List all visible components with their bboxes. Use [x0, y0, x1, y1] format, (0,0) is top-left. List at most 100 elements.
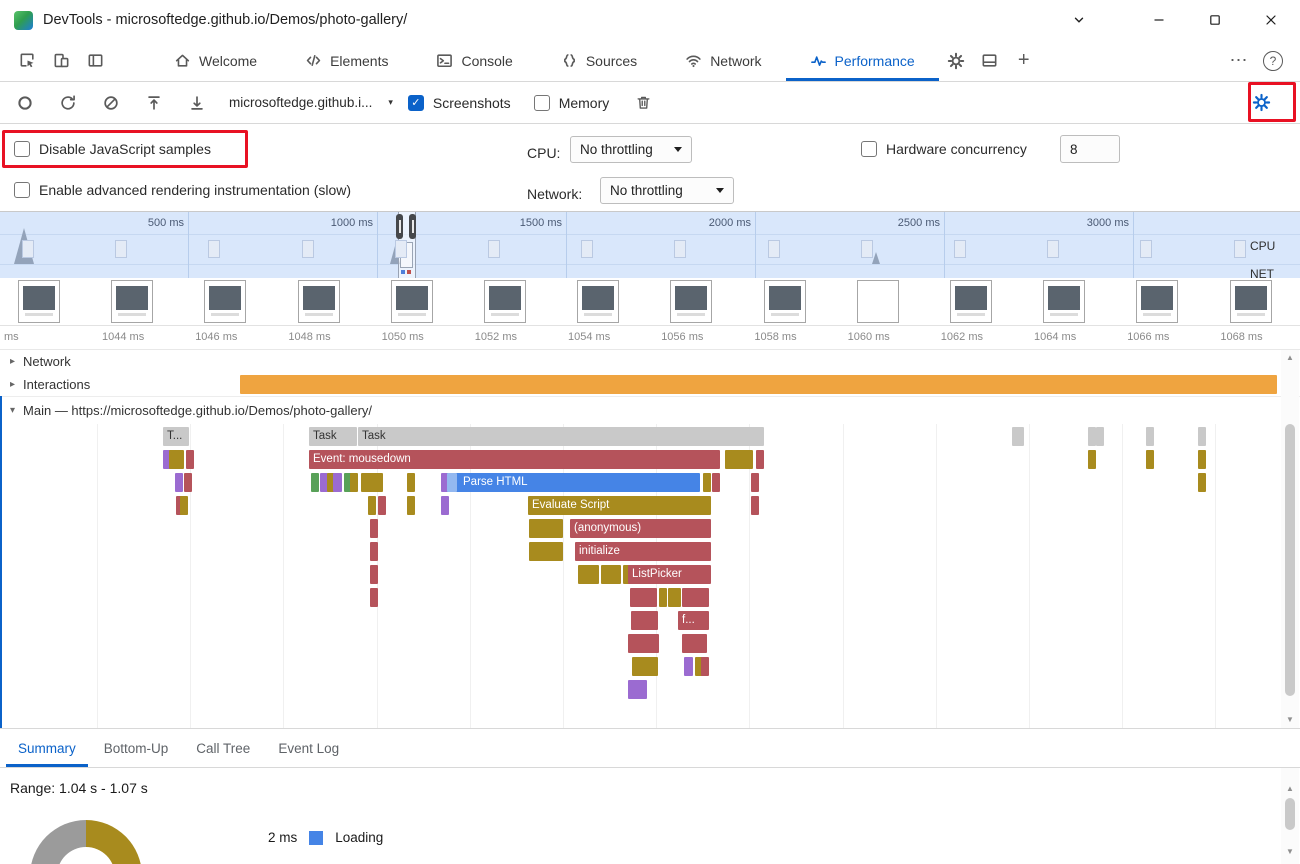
flame-bar[interactable]	[441, 496, 449, 515]
flame-bar[interactable]	[632, 657, 658, 676]
flame-bar[interactable]	[1146, 450, 1154, 469]
flame-bar[interactable]	[673, 588, 681, 607]
flame-bar[interactable]	[311, 473, 319, 492]
flame-bar[interactable]	[370, 588, 378, 607]
flame-bar[interactable]	[631, 611, 658, 630]
flame-bar[interactable]	[370, 542, 378, 561]
flame-bar[interactable]	[447, 473, 457, 492]
filmstrip-screenshot[interactable]	[298, 280, 340, 323]
filmstrip-screenshot[interactable]	[18, 280, 60, 323]
flame-bar[interactable]	[682, 588, 709, 607]
scroll-down-icon[interactable]: ▼	[1281, 715, 1299, 724]
flame-bar[interactable]	[682, 634, 707, 653]
filmstrip-screenshot[interactable]	[1136, 280, 1178, 323]
flame-bar[interactable]	[1096, 427, 1104, 446]
flame-bar[interactable]	[184, 473, 192, 492]
filmstrip-screenshot[interactable]	[204, 280, 246, 323]
selection-left-handle[interactable]	[396, 214, 403, 239]
tab-performance[interactable]: Performance	[786, 40, 939, 81]
bottom-tab-summary[interactable]: Summary	[6, 729, 88, 767]
bottom-tab-event-log[interactable]: Event Log	[266, 729, 351, 767]
close-button[interactable]	[1256, 5, 1286, 35]
flame-bar[interactable]	[1198, 473, 1206, 492]
filmstrip-screenshot[interactable]	[484, 280, 526, 323]
timeline-overview[interactable]: CPU NET 500 ms1000 ms1500 ms2000 ms2500 …	[0, 212, 1300, 278]
capture-settings-gear-icon[interactable]	[1244, 86, 1278, 120]
tab-elements[interactable]: Elements	[281, 40, 412, 81]
flame-bar-f[interactable]: f...	[678, 611, 709, 630]
scroll-up-icon[interactable]: ▲	[1281, 784, 1299, 793]
trash-icon[interactable]	[626, 86, 660, 120]
more-options-icon[interactable]: ⋯	[1222, 44, 1256, 78]
filmstrip-screenshot[interactable]	[764, 280, 806, 323]
flame-bar[interactable]	[368, 496, 376, 515]
summary-scrollbar[interactable]: ▲ ▼	[1281, 768, 1299, 864]
tab-console[interactable]: Console	[412, 40, 536, 81]
maximize-button[interactable]	[1200, 5, 1230, 35]
scrollbar-thumb[interactable]	[1285, 424, 1295, 696]
flame-bar[interactable]	[1198, 427, 1206, 446]
flame-bar-anonymous[interactable]: (anonymous)	[570, 519, 711, 538]
tab-network[interactable]: Network	[661, 40, 785, 81]
flame-bar[interactable]	[407, 473, 415, 492]
settings-gear-icon[interactable]	[939, 44, 973, 78]
clear-button[interactable]	[94, 86, 128, 120]
filmstrip-screenshot[interactable]	[857, 280, 899, 323]
flame-bar-parse-html[interactable]: Parse HTML	[447, 473, 700, 492]
filmstrip-screenshot[interactable]	[1230, 280, 1272, 323]
flame-bar[interactable]	[186, 450, 194, 469]
minimize-button[interactable]	[1144, 5, 1174, 35]
filmstrip-screenshot[interactable]	[1043, 280, 1085, 323]
scrollbar-thumb[interactable]	[1285, 798, 1295, 830]
flame-bar[interactable]	[628, 634, 659, 653]
main-track-header[interactable]: ▾ Main — https://microsoftedge.github.io…	[0, 396, 1300, 424]
flame-bar[interactable]	[630, 588, 657, 607]
flame-bar[interactable]	[1016, 427, 1024, 446]
hardware-concurrency-checkbox[interactable]: Hardware concurrency	[861, 141, 1027, 157]
titlebar-chevron-down-icon[interactable]	[1064, 5, 1094, 35]
add-tab-icon[interactable]: +	[1007, 44, 1041, 78]
filmstrip-screenshot[interactable]	[950, 280, 992, 323]
hardware-concurrency-input[interactable]: 8	[1060, 135, 1120, 163]
reload-and-record-button[interactable]	[51, 86, 85, 120]
tab-welcome[interactable]: Welcome	[150, 40, 281, 81]
flame-bar-t[interactable]: T...	[163, 427, 189, 446]
dock-layout-icon[interactable]	[973, 44, 1007, 78]
flame-bar[interactable]	[712, 473, 720, 492]
record-button[interactable]	[8, 86, 42, 120]
flame-bar[interactable]	[1198, 450, 1206, 469]
flame-bar[interactable]	[529, 519, 563, 538]
scroll-down-icon[interactable]: ▼	[1281, 847, 1299, 856]
flame-bar[interactable]	[751, 496, 759, 515]
flame-bar[interactable]	[588, 565, 599, 584]
flame-bar[interactable]	[175, 473, 183, 492]
activity-bar-icon[interactable]	[78, 44, 112, 78]
network-throttling-select[interactable]: No throttling	[600, 177, 734, 204]
tab-sources[interactable]: Sources	[537, 40, 661, 81]
screenshots-checkbox[interactable]: ✓ Screenshots	[408, 95, 511, 111]
flame-bar-evaluate-script[interactable]: Evaluate Script	[528, 496, 711, 515]
flame-bar-initialize[interactable]: initialize	[575, 542, 711, 561]
filmstrip-screenshot[interactable]	[391, 280, 433, 323]
memory-checkbox[interactable]: Memory	[534, 95, 610, 111]
flame-bar[interactable]	[756, 450, 764, 469]
flame-bar[interactable]	[175, 450, 184, 469]
flame-bar[interactable]	[737, 450, 753, 469]
flame-bar[interactable]	[350, 473, 358, 492]
flame-bar-task[interactable]: Task	[309, 427, 357, 446]
device-emulation-icon[interactable]	[44, 44, 78, 78]
filmstrip-screenshot[interactable]	[111, 280, 153, 323]
network-track-header[interactable]: ▸ Network	[0, 350, 1300, 372]
flame-bar-task[interactable]: Task	[358, 427, 764, 446]
filmstrip-screenshot[interactable]	[670, 280, 712, 323]
flame-bar[interactable]	[701, 657, 709, 676]
flame-bar-listpicker[interactable]: ListPicker	[628, 565, 711, 584]
bottom-tab-call-tree[interactable]: Call Tree	[184, 729, 262, 767]
flame-bar[interactable]	[370, 519, 378, 538]
advanced-rendering-checkbox[interactable]: Enable advanced rendering instrumentatio…	[14, 182, 351, 198]
history-dropdown[interactable]: microsoftedge.github.i... ▾	[229, 95, 393, 110]
flame-bar[interactable]	[1146, 427, 1154, 446]
filmstrip-screenshot[interactable]	[577, 280, 619, 323]
flame-scrollbar[interactable]: ▲ ▼	[1281, 350, 1299, 728]
flame-bar[interactable]	[361, 473, 383, 492]
